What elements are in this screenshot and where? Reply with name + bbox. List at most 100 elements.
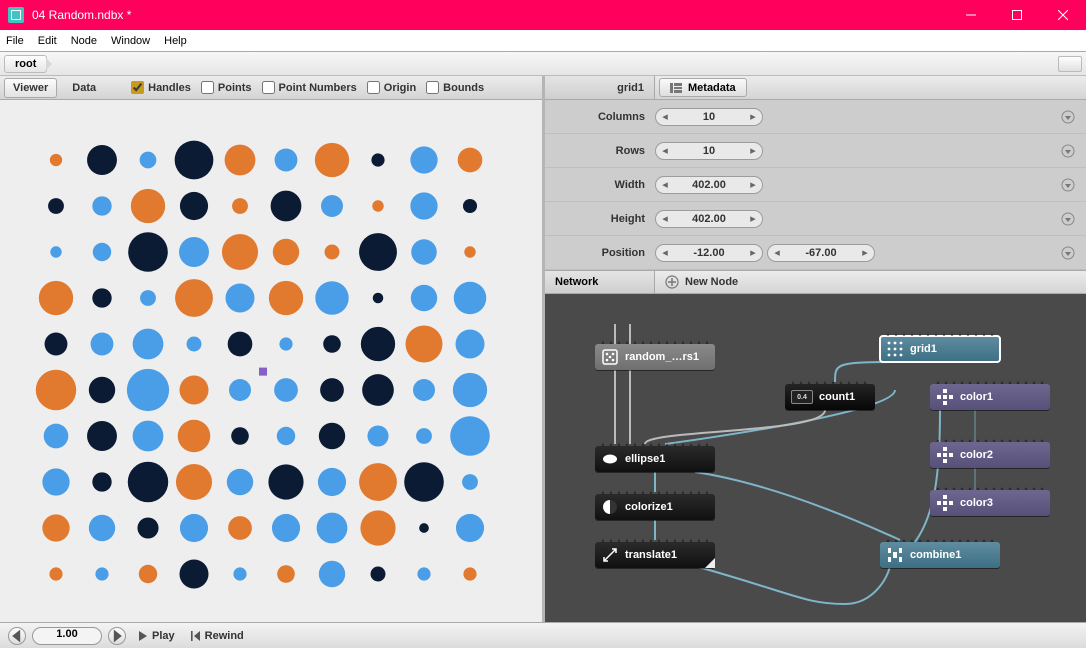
menu-file[interactable]: File [6, 35, 24, 47]
viewer-dot [458, 148, 483, 173]
close-button[interactable] [1040, 0, 1086, 30]
prop-label: Height [545, 213, 655, 225]
viewer-dot [128, 232, 168, 272]
decrement-icon[interactable]: ◂ [656, 244, 674, 262]
frame-increment-button[interactable] [108, 627, 126, 645]
node-label: combine1 [910, 549, 961, 561]
increment-icon[interactable]: ▸ [744, 210, 762, 228]
selection-handle[interactable] [259, 368, 267, 376]
viewer-dot [92, 288, 111, 307]
spinner-value[interactable]: -12.00 [674, 247, 744, 259]
node-random-numbers[interactable]: random_…rs1 [595, 344, 715, 370]
increment-icon[interactable]: ▸ [856, 244, 874, 262]
viewer-dot [275, 149, 298, 172]
tab-viewer[interactable]: Viewer [4, 78, 57, 98]
prop-menu-button[interactable] [1060, 109, 1076, 125]
breadcrumb-overflow[interactable] [1058, 56, 1082, 72]
decrement-icon[interactable]: ◂ [656, 108, 674, 126]
viewer-dot [87, 145, 117, 175]
viewer-dot [128, 462, 168, 502]
rewind-button[interactable]: Rewind [191, 630, 244, 642]
viewer-dot [89, 377, 115, 403]
decrement-icon[interactable]: ◂ [656, 176, 674, 194]
node-color3[interactable]: color3 [930, 490, 1050, 516]
decrement-icon[interactable]: ◂ [656, 142, 674, 160]
increment-icon[interactable]: ▸ [744, 142, 762, 160]
viewer-dot [140, 290, 156, 306]
frame-field[interactable]: 1.00 [32, 627, 102, 645]
viewer-dot [133, 329, 164, 360]
minimize-button[interactable] [948, 0, 994, 30]
node-count[interactable]: 0.4 count1 [785, 384, 875, 410]
viewer-dot [315, 281, 348, 314]
prop-menu-button[interactable] [1060, 245, 1076, 261]
node-translate[interactable]: translate1 [595, 542, 715, 568]
node-color2[interactable]: color2 [930, 442, 1050, 468]
viewer-dot [179, 559, 208, 588]
spinner[interactable]: ◂402.00▸ [655, 176, 763, 194]
breadcrumb-root[interactable]: root [4, 55, 47, 73]
viewer-dot [133, 421, 164, 452]
spinner[interactable]: ◂-12.00▸ [655, 244, 763, 262]
spinner[interactable]: ◂402.00▸ [655, 210, 763, 228]
viewer-dot [92, 472, 111, 491]
node-colorize[interactable]: colorize1 [595, 494, 715, 520]
decrement-icon[interactable]: ◂ [656, 210, 674, 228]
viewer-canvas[interactable] [0, 100, 542, 622]
viewer-dot [91, 333, 114, 356]
viewer-dot [319, 561, 345, 587]
prop-label: Width [545, 179, 655, 191]
play-button[interactable]: Play [138, 630, 175, 642]
viewer-dot [456, 514, 484, 542]
spinner[interactable]: ◂10▸ [655, 142, 763, 160]
spinner-value[interactable]: -67.00 [786, 247, 856, 259]
viewer-dot [320, 378, 344, 402]
node-ellipse[interactable]: ellipse1 [595, 446, 715, 472]
prop-menu-button[interactable] [1060, 177, 1076, 193]
prop-row-width: Width◂402.00▸ [545, 168, 1086, 202]
viewer-dot [48, 198, 64, 214]
network-canvas[interactable]: random_…rs1 grid1 0.4 count1 ellipse1 co… [545, 294, 1086, 622]
menu-edit[interactable]: Edit [38, 35, 57, 47]
metadata-button[interactable]: Metadata [659, 78, 747, 97]
viewer-dot [175, 279, 213, 317]
spinner-value[interactable]: 402.00 [674, 179, 744, 191]
opt-point-numbers[interactable]: Point Numbers [262, 81, 357, 94]
viewer-dot [455, 329, 484, 358]
properties-node-name: grid1 [545, 76, 655, 99]
color-icon [936, 494, 954, 512]
menu-node[interactable]: Node [71, 35, 97, 47]
prop-row-columns: Columns◂10▸ [545, 100, 1086, 134]
viewer-dot [464, 246, 475, 257]
prop-menu-button[interactable] [1060, 211, 1076, 227]
viewer-dot [179, 237, 209, 267]
opt-points[interactable]: Points [201, 81, 252, 94]
opt-bounds[interactable]: Bounds [426, 81, 484, 94]
spinner-value[interactable]: 10 [674, 145, 744, 157]
viewer-dot [416, 428, 432, 444]
tab-data[interactable]: Data [63, 78, 105, 98]
node-combine[interactable]: combine1 [880, 542, 1000, 568]
opt-handles[interactable]: Handles [131, 81, 191, 94]
decrement-icon[interactable]: ◂ [768, 244, 786, 262]
increment-icon[interactable]: ▸ [744, 244, 762, 262]
spinner-value[interactable]: 402.00 [674, 213, 744, 225]
node-color1[interactable]: color1 [930, 384, 1050, 410]
viewer-dot [222, 234, 258, 270]
menu-window[interactable]: Window [111, 35, 150, 47]
spinner[interactable]: ◂-67.00▸ [767, 244, 875, 262]
maximize-button[interactable] [994, 0, 1040, 30]
increment-icon[interactable]: ▸ [744, 108, 762, 126]
frame-decrement-button[interactable] [8, 627, 26, 645]
viewer-dot [140, 152, 157, 169]
viewer-dot [44, 424, 69, 449]
opt-origin[interactable]: Origin [367, 81, 416, 94]
node-grid[interactable]: grid1 [880, 336, 1000, 362]
menu-help[interactable]: Help [164, 35, 187, 47]
new-node-button[interactable]: New Node [655, 275, 738, 289]
viewer-dot [95, 567, 108, 580]
prop-menu-button[interactable] [1060, 143, 1076, 159]
spinner-value[interactable]: 10 [674, 111, 744, 123]
spinner[interactable]: ◂10▸ [655, 108, 763, 126]
increment-icon[interactable]: ▸ [744, 176, 762, 194]
